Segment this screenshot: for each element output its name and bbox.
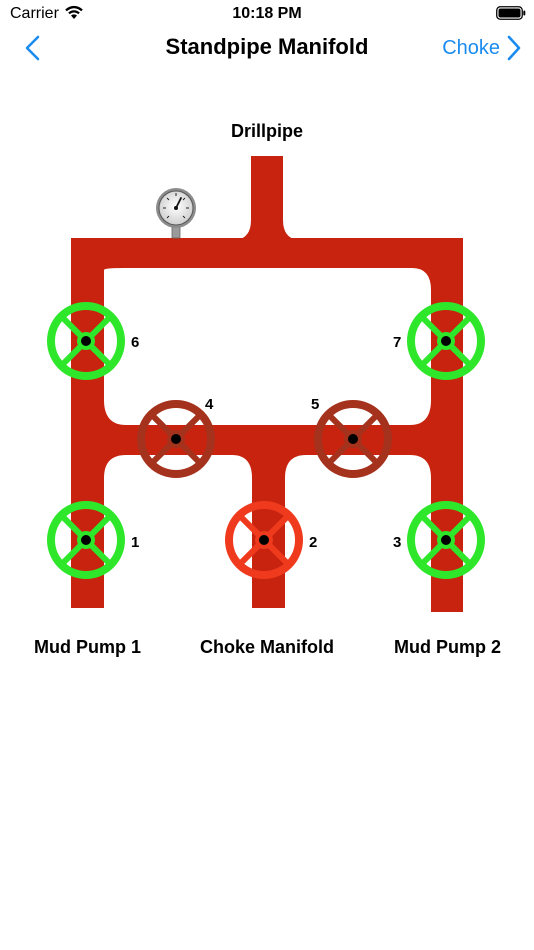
valve-4-number: 4	[205, 396, 214, 413]
pressure-gauge-icon	[156, 188, 196, 239]
valve-3-number: 3	[393, 534, 402, 551]
mud-pump-1-label: Mud Pump 1	[34, 637, 141, 657]
choke-manifold-label: Choke Manifold	[200, 637, 334, 657]
valve-5-number: 5	[311, 396, 320, 413]
drillpipe-label: Drillpipe	[230, 121, 303, 141]
valve-2-number: 2	[309, 534, 318, 551]
mud-pump-2-label: Mud Pump 2	[394, 637, 501, 657]
valve-7-number: 7	[393, 334, 402, 351]
standpipe-manifold-diagram: Drillpipe Mud Pump 1 Choke Manifold Mud …	[0, 0, 534, 950]
valve-6-number: 6	[131, 334, 140, 351]
valve-1-number: 1	[131, 534, 140, 551]
